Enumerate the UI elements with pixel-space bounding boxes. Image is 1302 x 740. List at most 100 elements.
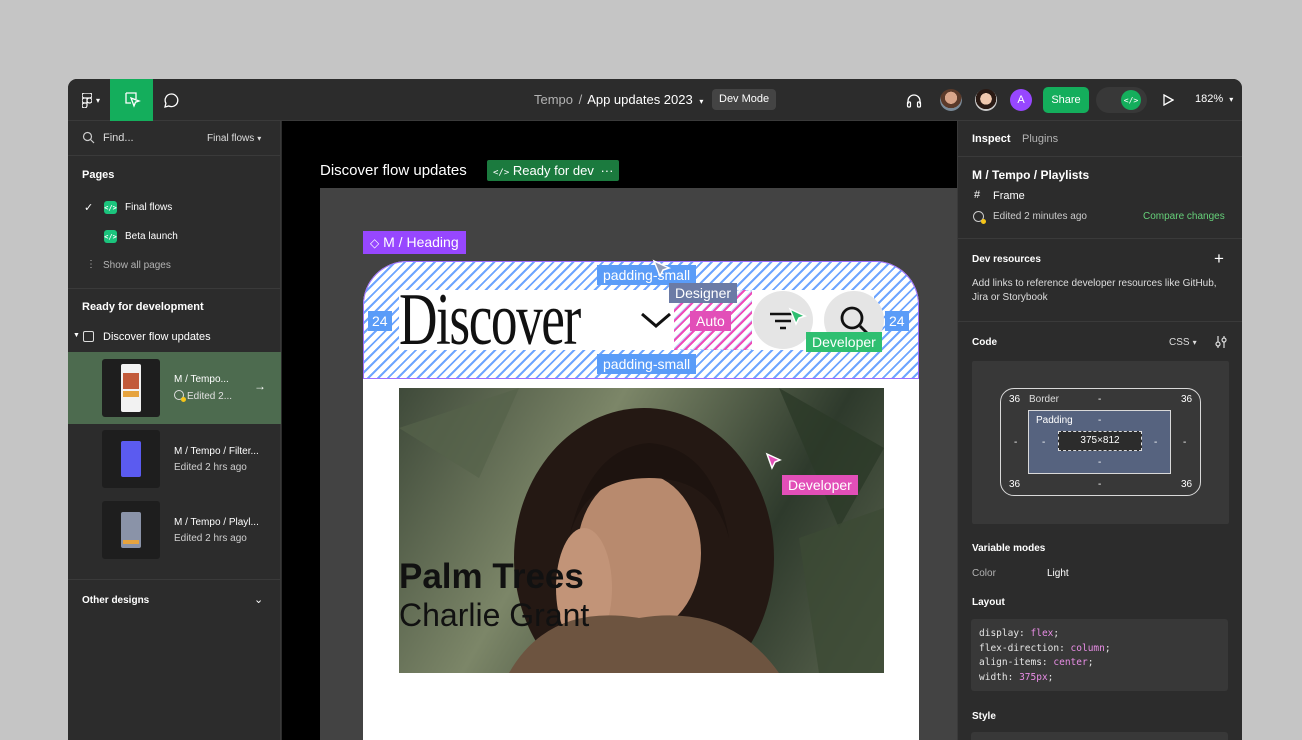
show-all-pages[interactable]: ⋮ Show all pages xyxy=(68,254,281,278)
cursor-code-icon xyxy=(124,92,141,108)
color-mode-value: Light xyxy=(1047,568,1069,579)
other-designs-section[interactable]: Other designs ⌄ xyxy=(68,589,281,615)
padding-top-label: padding-small xyxy=(597,265,697,285)
search-icon xyxy=(82,131,96,145)
card-subtitle: Charlie Grant xyxy=(399,597,590,633)
developer-cursor-label-2: Developer xyxy=(782,475,858,495)
border-left-value: - xyxy=(1014,437,1018,448)
add-resource-button[interactable]: + xyxy=(1214,249,1224,269)
padding-label: Padding xyxy=(1036,415,1073,426)
list-item[interactable]: M / Tempo / Playl... Edited 2 hrs ago xyxy=(68,495,281,567)
ready-for-dev-badge[interactable]: </> Ready for dev ··· xyxy=(487,160,620,181)
file-name[interactable]: App updates 2023 xyxy=(587,92,693,107)
border-top-value: - xyxy=(1098,394,1102,405)
corner-value: 36 xyxy=(1009,479,1021,490)
zoom-dropdown[interactable]: 182% ▾ xyxy=(1195,93,1233,105)
color-mode-label: Color xyxy=(972,568,996,579)
frame-thumbnail xyxy=(102,501,160,559)
designer-cursor-label: Designer xyxy=(669,283,738,303)
component-label[interactable]: ◇ M / Heading xyxy=(363,231,466,254)
code-icon: </> xyxy=(104,230,117,243)
frame-label: Frame xyxy=(993,190,1025,202)
item-meta: Edited 2... xyxy=(174,390,232,402)
left-panel: Find... Final flows ▾ Pages ✓ </> Final f… xyxy=(68,121,281,740)
audio-button[interactable] xyxy=(904,90,924,110)
padding-bottom-label: padding-small xyxy=(597,354,697,374)
show-all-label: Show all pages xyxy=(103,260,171,271)
settings-sliders-icon[interactable] xyxy=(1214,335,1228,349)
cursor-icon xyxy=(765,452,782,470)
avatar[interactable] xyxy=(975,89,997,111)
box-model: 36 36 36 36 Border - - - - Padding - - -… xyxy=(972,361,1229,524)
corner-value: 36 xyxy=(1181,479,1193,490)
code-header: Code xyxy=(972,337,997,348)
ready-header: Ready for development xyxy=(82,301,204,313)
layout-code-block[interactable]: display: flex; flex-direction: column; a… xyxy=(971,619,1228,691)
avatar-initial: A xyxy=(1017,94,1025,106)
list-item[interactable]: M / Tempo... Edited 2... → xyxy=(68,352,281,424)
page-filter-dropdown[interactable]: Final flows ▾ xyxy=(207,133,261,144)
share-label: Share xyxy=(1051,94,1081,106)
frame-thumbnail xyxy=(102,359,160,417)
item-title: M / Tempo... xyxy=(174,374,229,385)
tab-inspect[interactable]: Inspect xyxy=(972,133,1011,145)
search-input[interactable]: Find... xyxy=(103,132,134,144)
padding-left-value: - xyxy=(1042,437,1046,448)
figma-logo-icon xyxy=(81,92,92,108)
dev-mode-toggle[interactable]: </> xyxy=(1096,87,1147,113)
corner-value: 36 xyxy=(1181,394,1193,405)
frame-title[interactable]: Discover flow updates xyxy=(320,162,467,179)
share-button[interactable]: Share xyxy=(1043,87,1089,113)
section-label: Discover flow updates xyxy=(103,331,211,343)
tab-plugins[interactable]: Plugins xyxy=(1022,133,1058,145)
padding-top-value: - xyxy=(1098,415,1102,426)
chevron-down-icon: ▾ xyxy=(257,134,262,143)
figma-menu-button[interactable]: ▾ xyxy=(76,90,106,110)
caret-down-icon: ▼ xyxy=(73,332,80,339)
section-icon xyxy=(83,331,94,342)
file-breadcrumb[interactable]: Tempo / App updates 2023 ▾ xyxy=(534,92,703,107)
dev-resources-header: Dev resources xyxy=(972,254,1041,265)
left-spacing-label: 24 xyxy=(368,311,392,331)
right-spacing-label: 24 xyxy=(885,311,909,331)
section-discover-flow[interactable]: ▼ Discover flow updates xyxy=(68,328,281,348)
component-name: M / Heading xyxy=(383,234,459,250)
size-value: 375×812 xyxy=(1058,431,1142,451)
avatar[interactable]: A xyxy=(1010,89,1032,111)
project-name[interactable]: Tempo xyxy=(534,92,573,107)
other-designs-header: Other designs xyxy=(82,595,150,606)
component-icon: ◇ xyxy=(370,236,380,250)
page-item-final-flows[interactable]: ✓ </> Final flows xyxy=(68,196,281,220)
dev-mode-badge: Dev Mode xyxy=(712,89,777,110)
top-bar: ▾ Tempo / App updates 2023 ▾ Dev Mode A … xyxy=(68,79,1242,121)
variable-modes-header: Variable modes xyxy=(972,543,1046,554)
code-line: width: 375px; xyxy=(979,671,1054,683)
code-line: display: flex; xyxy=(979,628,1060,639)
page-label: Beta launch xyxy=(125,231,178,242)
list-item[interactable]: M / Tempo / Filter... Edited 2 hrs ago xyxy=(68,424,281,496)
style-header: Style xyxy=(972,711,996,722)
code-line: align-items: center; xyxy=(979,657,1094,668)
compare-changes-link[interactable]: Compare changes xyxy=(1143,211,1225,222)
zoom-level: 182% xyxy=(1195,93,1224,105)
style-code-block xyxy=(971,732,1228,740)
page-item-beta-launch[interactable]: </> Beta launch xyxy=(68,225,281,249)
border-label: Border xyxy=(1029,394,1060,405)
code-lang-dropdown[interactable]: CSS ▾ xyxy=(1169,337,1197,348)
code-lang-label: CSS xyxy=(1169,337,1190,348)
card-title: Palm Trees xyxy=(399,557,584,596)
edited-label: Edited 2 minutes ago xyxy=(993,211,1087,222)
chevron-down-icon: ▾ xyxy=(699,97,704,106)
canvas[interactable]: Discover flow updates </> Ready for dev … xyxy=(282,121,957,740)
dev-select-tool[interactable] xyxy=(110,79,153,121)
dev-resources-text: Add links to reference developer resourc… xyxy=(972,278,1217,303)
component-path: M / Tempo / Playlists xyxy=(972,168,1090,182)
code-icon: </> xyxy=(104,201,117,214)
avatar[interactable] xyxy=(940,89,962,111)
item-meta: Edited 2 hrs ago xyxy=(174,533,247,544)
comment-icon xyxy=(163,92,178,108)
border-right-value: - xyxy=(1183,437,1187,448)
comment-tool[interactable] xyxy=(160,90,182,110)
present-button[interactable] xyxy=(1158,90,1178,110)
frame-hash-icon: # xyxy=(974,189,981,201)
